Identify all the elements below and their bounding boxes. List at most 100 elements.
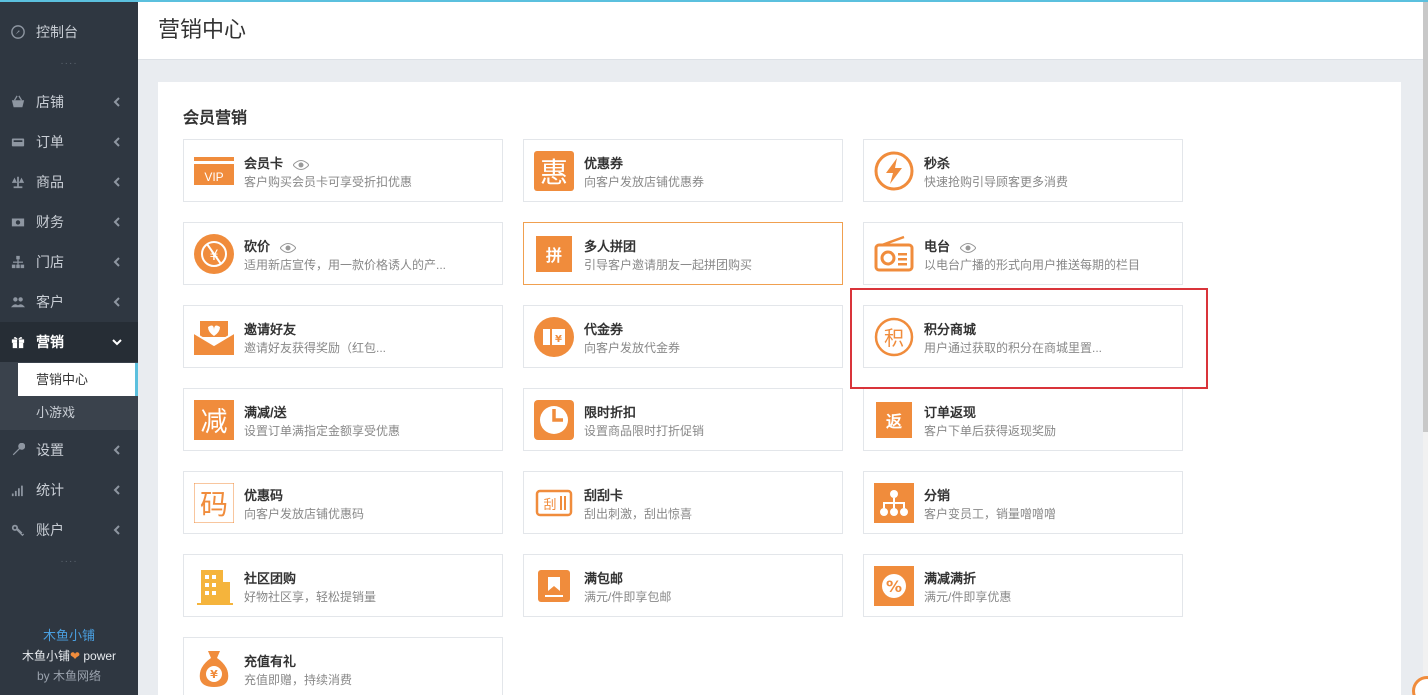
distribution-icon [874,483,914,523]
page-scrollbar[interactable] [1423,0,1428,695]
sidebar-item-dashboard[interactable]: 控制台 [0,12,138,52]
sidebar-item-order[interactable]: 订单 [0,122,138,162]
card-desc: 客户变员工，销量噌噌噌 [924,507,1057,521]
card-points-mall[interactable]: 积 积分商城 用户通过获取的积分在商城里置... [863,305,1183,368]
sidebar-divider-dots: ···· [60,556,78,567]
sidebar-item-statistics[interactable]: 统计 [0,470,138,510]
card-title: 刮刮卡 [584,488,624,503]
card-cashback[interactable]: 返 订单返现 客户下单后获得返现奖励 [863,388,1183,451]
eye-icon[interactable] [959,242,977,254]
brand-name[interactable]: 木鱼小铺 [0,626,138,646]
scratch-card-icon: 刮 [534,483,574,523]
sidebar-item-label: 账户 [36,522,64,538]
top-accent-line [0,0,1428,2]
percent-icon: % [874,566,914,606]
card-member-card[interactable]: VIP 会员卡 客户购买会员卡可享受折扣优惠 [183,139,503,202]
card-desc: 邀请好友获得奖励（红包... [244,341,387,355]
card-desc: 向客户发放代金券 [584,341,681,355]
card-invite-friends[interactable]: 邀请好友 邀请好友获得奖励（红包... [183,305,503,368]
card-full-reduction[interactable]: 减 满减/送 设置订单满指定金额享受优惠 [183,388,503,451]
section-title: 会员营销 [183,110,248,127]
card-title: 优惠码 [244,488,284,503]
card-title: 满减满折 [924,571,977,586]
jian-glyph: 减 [201,407,228,438]
shop-basket-icon [10,94,26,110]
wrench-icon [10,442,26,458]
brand-footer: 木鱼小铺 木鱼小铺❤ power by 木鱼网络 [0,626,138,686]
package-icon [534,566,574,606]
users-icon [10,294,26,310]
card-desc: 引导客户邀请朋友一起拼团购买 [584,258,753,272]
building-icon [194,566,234,606]
sidebar-item-store[interactable]: 门店 [0,242,138,282]
card-full-discount[interactable]: % 满减满折 满元/件即享优惠 [863,554,1183,617]
card-distribution[interactable]: 分销 客户变员工，销量噌噌噌 [863,471,1183,534]
card-recharge-gift[interactable]: ¥ 充值有礼 充值即赠，持续消费 [183,637,503,695]
card-title: 充值有礼 [244,654,297,669]
chevron-left-icon [110,483,124,497]
sidebar-item-finance[interactable]: 财务 [0,202,138,242]
floating-service-badge[interactable] [1412,676,1428,695]
gua-glyph: 刮 [543,498,556,513]
radio-icon [874,234,914,274]
card-title: 订单返现 [924,405,977,420]
sidebar-item-shop[interactable]: 店铺 [0,82,138,122]
money-icon [10,214,26,230]
sidebar-item-label: 控制台 [36,24,78,40]
card-title: 满包邮 [584,571,624,586]
chevron-left-icon [110,95,124,109]
sidebar-item-label: 营销 [36,334,64,350]
sidebar-item-settings[interactable]: 设置 [0,430,138,470]
sidebar-item-label: 门店 [36,254,64,270]
scrollbar-thumb[interactable] [1423,2,1428,432]
card-title: 满减/送 [244,405,287,420]
sidebar-item-label: 店铺 [36,94,64,110]
vip-glyph: VIP [204,170,223,184]
sidebar-subitem-marketing-center[interactable]: 营销中心 [18,363,138,396]
percent-glyph: % [886,577,902,596]
card-desc: 好物社区享，轻松提销量 [244,590,377,604]
card-free-shipping[interactable]: 满包邮 满元/件即享包邮 [523,554,843,617]
sidebar-item-label: 客户 [36,294,64,310]
card-promo-code[interactable]: 码 优惠码 向客户发放店铺优惠码 [183,471,503,534]
page-header: 营销中心 [138,2,1423,60]
card-title: 砍价 [244,239,271,254]
card-community-group[interactable]: 社区团购 好物社区享，轻松提销量 [183,554,503,617]
sidebar-subitem-mini-games[interactable]: 小游戏 [18,396,138,429]
pin-glyph: 拼 [546,246,562,265]
eye-icon[interactable] [292,159,310,171]
yen-glyph: ¥ [555,334,562,345]
card-desc: 快速抢购引导顾客更多消费 [924,175,1069,189]
card-coupon[interactable]: 惠 优惠券 向客户发放店铺优惠券 [523,139,843,202]
chevron-down-icon [110,335,124,349]
card-desc: 客户购买会员卡可享受折扣优惠 [244,175,413,189]
sitemap-icon [10,254,26,270]
card-desc: 以电台广播的形式向用户推送每期的栏目 [924,258,1141,272]
gift-icon [10,334,26,350]
card-desc: 向客户发放店铺优惠券 [584,175,705,189]
clock-icon [534,400,574,440]
card-flash-sale[interactable]: 秒杀 快速抢购引导顾客更多消费 [863,139,1183,202]
vip-icon: VIP [194,151,234,191]
bargain-icon: ¥ [194,234,234,274]
lightning-icon [874,151,914,191]
sidebar-item-label: 设置 [36,442,64,458]
sidebar-item-goods[interactable]: 商品 [0,162,138,202]
sidebar-item-customer[interactable]: 客户 [0,282,138,322]
eye-icon[interactable] [279,242,297,254]
sidebar-item-label: 统计 [36,482,64,498]
card-scratch-card[interactable]: 刮 刮刮卡 刮出刺激，刮出惊喜 [523,471,843,534]
sidebar-item-marketing[interactable]: 营销 [0,322,138,362]
card-title: 邀请好友 [244,322,297,337]
card-voucher[interactable]: ¥ 代金券 向客户发放代金券 [523,305,843,368]
voucher-icon: ¥ [534,317,574,357]
dashboard-icon [10,24,26,40]
card-time-discount[interactable]: 限时折扣 设置商品限时打折促销 [523,388,843,451]
card-desc: 满元/件即享包邮 [584,590,672,604]
card-radio[interactable]: 电台 以电台广播的形式向用户推送每期的栏目 [863,222,1183,285]
card-bargain[interactable]: ¥ 砍价 适用新店宣传，用一款价格诱人的产... [183,222,503,285]
card-group-buy[interactable]: 拼 多人拼团 引导客户邀请朋友一起拼团购买 [523,222,843,285]
card-desc: 设置商品限时打折促销 [584,424,705,438]
sidebar-item-account[interactable]: 账户 [0,510,138,550]
yen-glyph: ¥ [210,668,218,681]
